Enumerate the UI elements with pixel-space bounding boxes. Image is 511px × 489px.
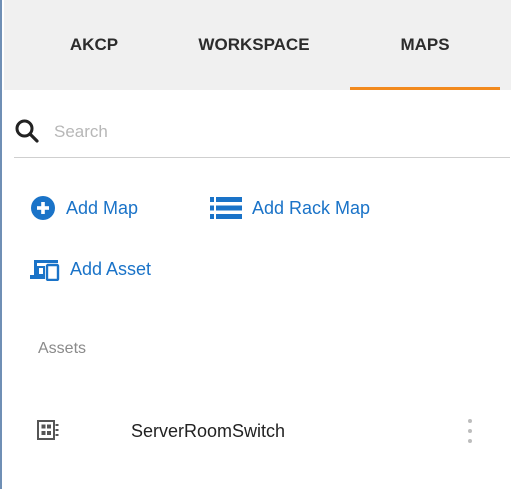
search-bar [14, 110, 510, 158]
kebab-dot [468, 439, 472, 443]
maps-panel: AKCP WORKSPACE MAPS Add Map [0, 0, 511, 489]
switch-device-icon [37, 420, 59, 440]
assets-section-label: Assets [38, 340, 87, 357]
search-icon[interactable] [14, 118, 40, 144]
add-map-label: Add Map [66, 197, 139, 218]
add-asset-label: Add Asset [70, 258, 152, 279]
add-rack-map-label: Add Rack Map [252, 197, 371, 218]
search-input[interactable] [54, 114, 494, 150]
kebab-dot [468, 429, 472, 433]
devices-icon [30, 257, 60, 281]
add-asset-button[interactable]: Add Asset [30, 254, 151, 284]
tab-workspace[interactable]: WORKSPACE [174, 0, 334, 90]
add-circle-icon [30, 195, 56, 221]
tab-bar: AKCP WORKSPACE MAPS [4, 0, 511, 90]
tab-maps[interactable]: MAPS [350, 0, 500, 90]
add-map-button[interactable]: Add Map [30, 193, 138, 223]
active-tab-indicator [350, 87, 500, 90]
rack-list-icon [210, 196, 242, 220]
kebab-dot [468, 419, 472, 423]
asset-name: ServerRoomSwitch [131, 421, 286, 441]
asset-list-item[interactable]: ServerRoomSwitch [4, 404, 511, 460]
add-rack-map-button[interactable]: Add Rack Map [210, 193, 370, 223]
tab-akcp[interactable]: AKCP [44, 0, 144, 90]
more-options-icon[interactable] [462, 416, 478, 446]
